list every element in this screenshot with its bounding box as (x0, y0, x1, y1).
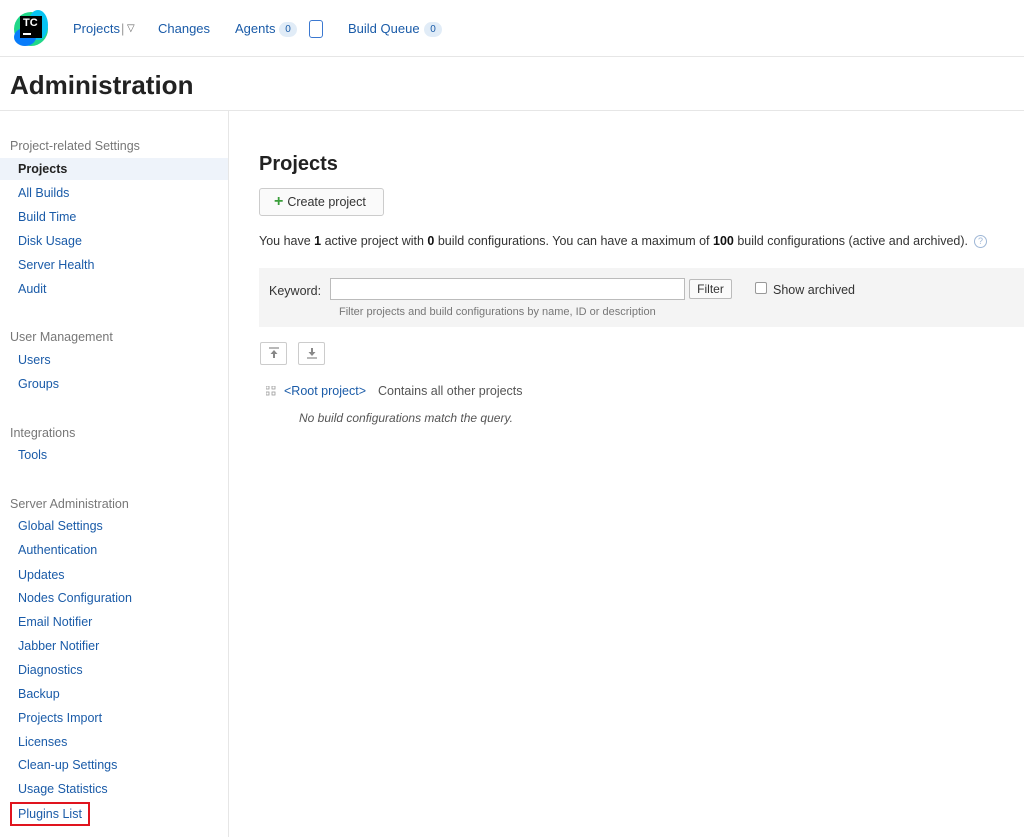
show-archived-label[interactable]: Show archived (773, 282, 855, 298)
teamcity-logo[interactable]: TC (14, 10, 48, 46)
project-tree-icon (266, 386, 276, 396)
collapse-all-icon (268, 347, 279, 358)
sidebar-group-integrations: Integrations (10, 426, 76, 440)
filter-panel: Keyword: Filter Show archived Filter pro… (259, 268, 1024, 327)
logo-box: TC (20, 16, 42, 38)
agents-count-badge: 0 (279, 22, 297, 37)
nav-projects-link[interactable]: Projects (73, 21, 120, 37)
sidebar-item-jabber-notifier[interactable]: Jabber Notifier (0, 635, 228, 657)
sidebar-item-diagnostics[interactable]: Diagnostics (0, 659, 228, 681)
sidebar-item-updates[interactable]: Updates (0, 564, 228, 586)
sidebar-item-all-builds[interactable]: All Builds (0, 182, 228, 204)
sidebar-item-audit[interactable]: Audit (0, 278, 228, 300)
info-text: build configurations (active and archive… (733, 234, 969, 248)
build-queue-count-badge: 0 (424, 22, 442, 37)
sidebar-item-disk-usage[interactable]: Disk Usage (0, 230, 228, 252)
sidebar-item-groups[interactable]: Groups (0, 373, 228, 395)
sidebar-item-tools[interactable]: Tools (0, 444, 228, 466)
no-match-message: No build configurations match the query. (299, 411, 513, 425)
sidebar-item-email-notifier[interactable]: Email Notifier (0, 611, 228, 633)
projects-heading: Projects (259, 153, 338, 175)
sidebar-item-clean-up-settings[interactable]: Clean-up Settings (0, 754, 228, 776)
info-text: You have (259, 234, 315, 248)
collapse-all-button[interactable] (260, 342, 287, 365)
filter-hint: Filter projects and build configurations… (339, 306, 656, 318)
help-icon[interactable]: ? (974, 235, 988, 249)
root-project-description: Contains all other projects (378, 384, 523, 398)
expand-all-icon (306, 348, 317, 359)
sidebar-item-nodes-configuration[interactable]: Nodes Configuration (0, 587, 228, 609)
max-config-count: 100 (713, 234, 734, 248)
agent-status-icon[interactable] (309, 20, 323, 38)
top-navigation: TC Projects | ▽ Changes Agents 0 Build Q… (0, 0, 1024, 57)
info-text: build configurations. You can have a max… (434, 234, 713, 248)
create-project-label: Create project (287, 195, 366, 209)
keyword-label: Keyword: (269, 284, 322, 298)
sidebar-item-licenses[interactable]: Licenses (0, 731, 228, 753)
sidebar-group-project-settings: Project-related Settings (10, 139, 140, 153)
sidebar-item-authentication[interactable]: Authentication (0, 539, 228, 561)
sidebar-item-projects-import[interactable]: Projects Import (0, 707, 228, 729)
create-project-button[interactable]: + Create project (259, 188, 384, 216)
nav-build-queue-link[interactable]: Build Queue (348, 21, 420, 37)
chevron-down-icon[interactable]: ▽ (127, 22, 135, 36)
sidebar-item-users[interactable]: Users (0, 349, 228, 371)
logo-text: TC (23, 17, 38, 29)
sidebar-item-server-health[interactable]: Server Health (0, 254, 228, 276)
sidebar-group-user-management: User Management (10, 330, 113, 344)
sidebar-item-usage-statistics[interactable]: Usage Statistics (0, 778, 228, 800)
sidebar-item-build-time[interactable]: Build Time (0, 206, 228, 228)
nav-changes-link[interactable]: Changes (158, 21, 210, 37)
sidebar-item-backup[interactable]: Backup (0, 683, 228, 705)
expand-all-button[interactable] (298, 342, 325, 365)
sidebar-group-server-administration: Server Administration (10, 497, 129, 511)
info-text: active project with (321, 234, 428, 248)
plugins-list-highlight (10, 802, 90, 826)
filter-button[interactable]: Filter (689, 279, 732, 299)
nav-separator: | (121, 21, 125, 36)
logo-bar (23, 33, 31, 35)
keyword-input[interactable] (330, 278, 685, 300)
page-title: Administration (10, 70, 194, 100)
project-limit-info: You have 1 active project with 0 build c… (259, 233, 988, 249)
show-archived-checkbox[interactable] (755, 282, 767, 294)
nav-agents-link[interactable]: Agents (235, 21, 275, 37)
plus-icon: + (274, 193, 284, 210)
sidebar-item-projects[interactable]: Projects (0, 158, 228, 180)
sidebar-item-global-settings[interactable]: Global Settings (0, 515, 228, 537)
root-project-link[interactable]: <Root project> (284, 383, 366, 399)
